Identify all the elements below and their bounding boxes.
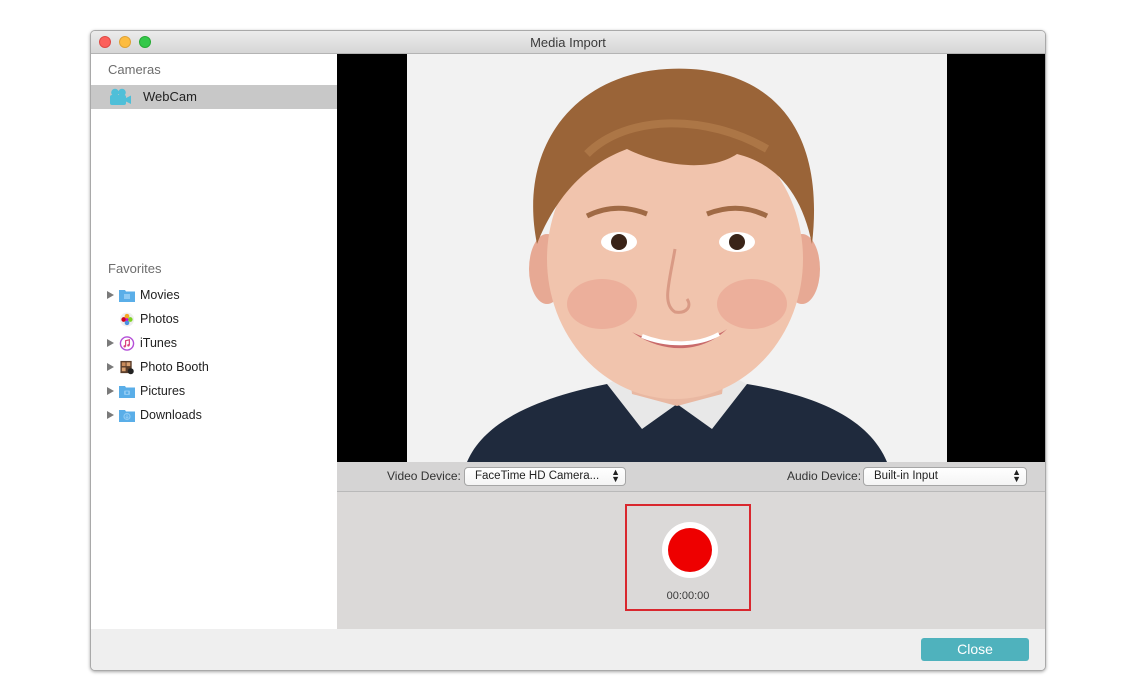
disclosure-triangle-icon[interactable] [107,363,114,371]
sidebar-item-webcam[interactable]: WebCam [91,85,337,109]
downloads-folder-icon [119,410,135,422]
media-import-window: Media Import Cameras WebCam Favorites Mo… [90,30,1046,671]
photos-label: Photos [140,312,179,326]
record-dot-icon [668,528,712,572]
video-device-value: FaceTime HD Camera... [475,470,600,482]
video-device-select[interactable]: FaceTime HD Camera... ▲ ▼ [464,467,626,486]
device-controls-bar: Video Device: FaceTime HD Camera... ▲ ▼ A… [337,462,1045,492]
video-camera-icon [110,88,131,105]
child-portrait-image [407,54,947,462]
downloads-label: Downloads [140,408,202,422]
disclosure-triangle-icon[interactable] [107,411,114,419]
cameras-header: Cameras [108,62,161,77]
select-arrows-icon: ▲ ▼ [1012,467,1021,484]
camera-feed-image [407,54,947,462]
record-highlight-box: 00:00:00 [625,504,751,611]
pictures-folder-icon [119,386,135,398]
sidebar-item-movies[interactable]: Movies [107,286,327,306]
disclosure-triangle-icon[interactable] [107,387,114,395]
select-arrows-icon: ▲ ▼ [611,467,620,484]
photo-booth-label: Photo Booth [140,360,209,374]
sidebar-item-pictures[interactable]: Pictures [107,382,327,402]
audio-device-select[interactable]: Built-in Input ▲ ▼ [863,467,1027,486]
record-timer: 00:00:00 [666,590,710,602]
record-panel: 00:00:00 [337,492,1045,629]
itunes-icon [119,336,135,351]
photo-booth-icon [120,360,134,375]
sidebar-item-photo-booth[interactable]: Photo Booth [107,358,327,378]
video-device-label: Video Device: [387,469,461,483]
close-button[interactable]: Close [921,638,1029,661]
sidebar-item-photos[interactable]: Photos [107,310,327,330]
itunes-label: iTunes [140,336,178,350]
pictures-label: Pictures [140,384,186,398]
audio-device-label: Audio Device: [787,469,862,483]
photos-app-icon [119,312,135,327]
footer-bar: Close [91,629,1045,670]
webcam-label: WebCam [143,89,197,104]
disclosure-triangle-icon[interactable] [107,339,114,347]
window-title: Media Import [530,35,606,50]
favorites-header: Favorites [108,261,162,276]
sidebar-item-downloads[interactable]: Downloads [107,406,327,426]
movies-folder-icon [119,290,135,302]
camera-preview [337,54,1045,462]
audio-device-value: Built-in Input [874,470,938,482]
disclosure-triangle-icon[interactable] [107,291,114,299]
sidebar-item-itunes[interactable]: iTunes [107,334,327,354]
movies-label: Movies [140,288,180,302]
title-bar: Media Import [91,31,1045,54]
record-button[interactable] [662,522,718,578]
sidebar: Cameras WebCam Favorites Movies Photos i… [91,54,337,629]
